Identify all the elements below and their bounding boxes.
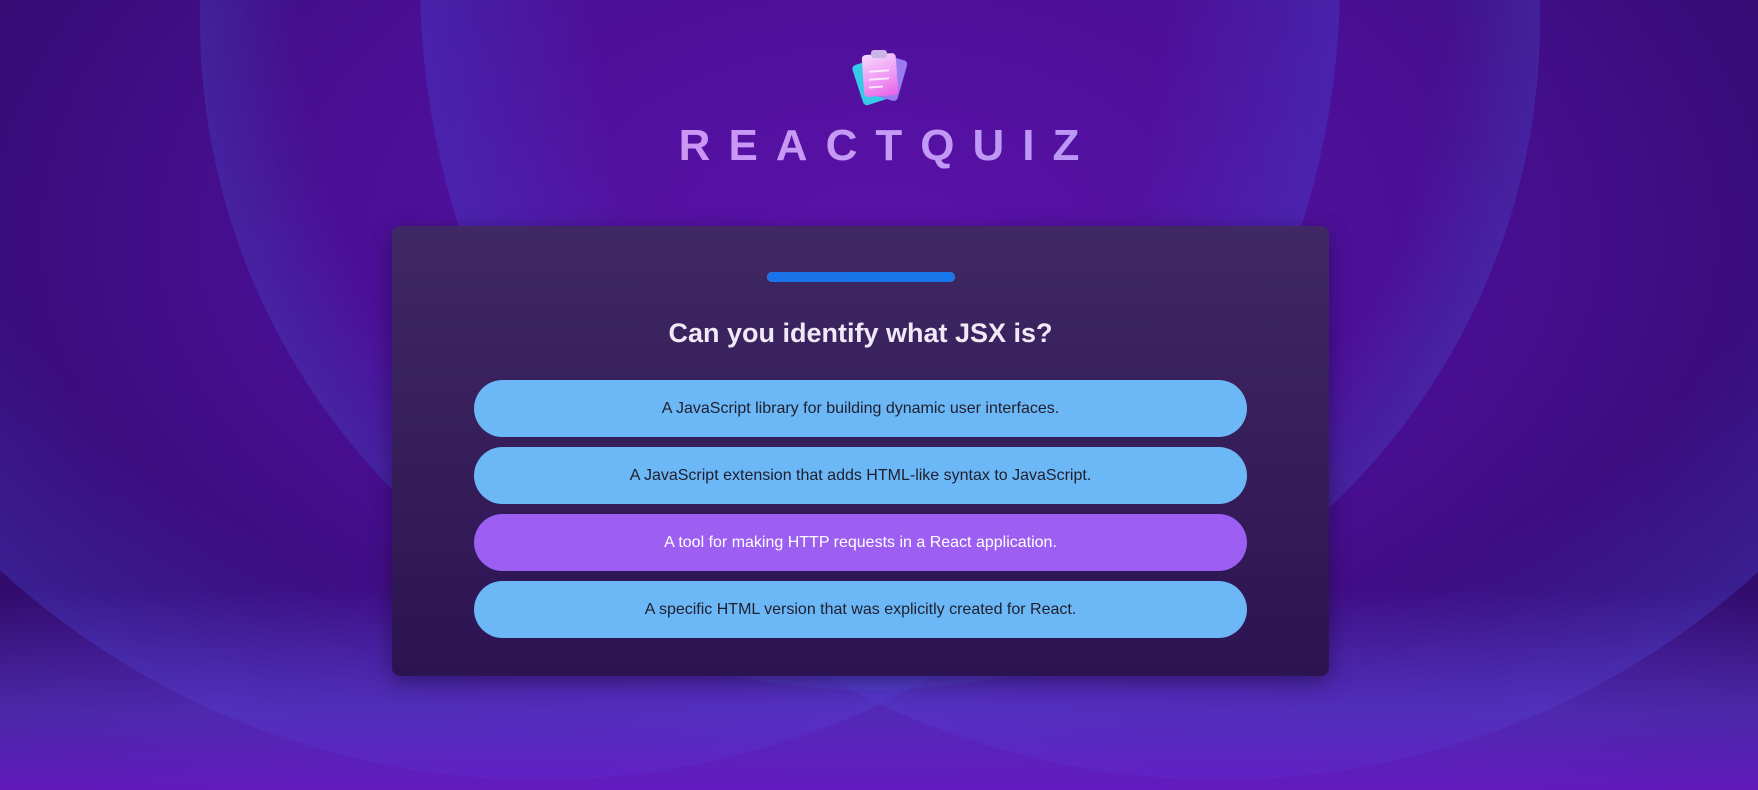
answer-option-1[interactable]: A JavaScript library for building dynami… <box>474 380 1247 437</box>
question-text: Can you identify what JSX is? <box>668 318 1053 348</box>
app-header: REACTQUIZ <box>0 48 1758 171</box>
quiz-card: Can you identify what JSX is? A JavaScri… <box>392 226 1329 676</box>
progress-fill <box>767 272 955 282</box>
answer-option-3[interactable]: A tool for making HTTP requests in a Rea… <box>474 514 1247 571</box>
progress-bar <box>767 272 955 282</box>
answer-option-2[interactable]: A JavaScript extension that adds HTML-li… <box>474 447 1247 504</box>
answer-option-4[interactable]: A specific HTML version that was explici… <box>474 581 1247 638</box>
answer-options: A JavaScript library for building dynami… <box>474 380 1247 648</box>
app-title: REACTQUIZ <box>0 121 1758 171</box>
quiz-clipboard-icon <box>849 48 909 108</box>
